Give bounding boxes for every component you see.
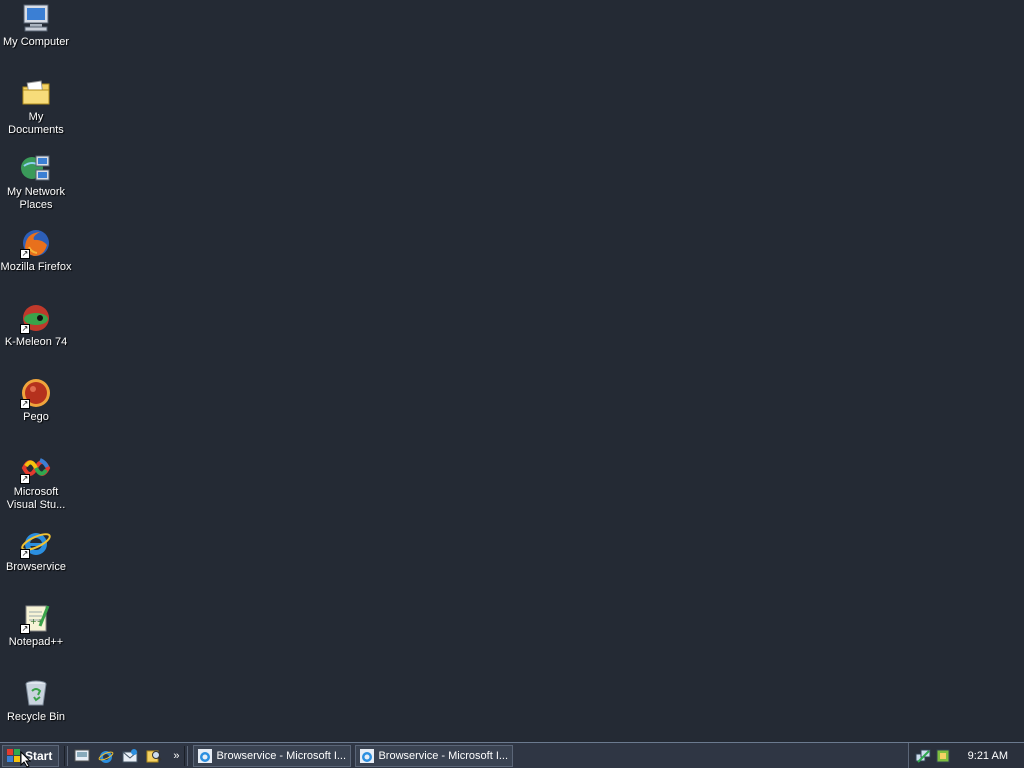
shortcut-arrow-icon: ↗ (20, 549, 30, 559)
taskbar: Start » Browservice - Microsoft I... Bro… (0, 742, 1024, 768)
shortcut-arrow-icon: ↗ (20, 324, 30, 334)
desktop-icon-label: My Documents (8, 111, 64, 136)
desktop-icon-my-network-places[interactable]: My Network Places (0, 152, 72, 212)
windows-flag-icon (7, 748, 20, 762)
desktop-icon-browservice[interactable]: ↗ Browservice (0, 527, 72, 574)
desktop-icon-label: K-Meleon 74 (4, 336, 68, 348)
mouse-cursor-icon (20, 751, 32, 768)
internet-explorer-icon: ↗ (20, 527, 52, 559)
network-icon (20, 152, 52, 184)
internet-explorer-icon[interactable] (97, 747, 115, 765)
visual-studio-icon: ↗ (20, 452, 52, 484)
taskbar-separator (64, 745, 69, 766)
shortcut-arrow-icon: ↗ (20, 474, 30, 484)
taskbar-separator (184, 745, 189, 766)
clock[interactable]: 9:21 AM (968, 750, 1008, 762)
desktop-icon-label: Notepad++ (8, 636, 64, 648)
desktop-icon-my-computer[interactable]: My Computer (0, 2, 72, 49)
quick-launch: » (73, 747, 179, 765)
desktop-icon-label: Browservice (6, 561, 66, 573)
notepad-plus-icon: ++ ↗ (20, 602, 52, 634)
system-tray: 9:21 AM (908, 743, 1024, 768)
desktop-icon-label: My Network Places (6, 186, 66, 211)
desktop: My Computer My Documents My Network Plac… (0, 0, 1024, 742)
desktop-icon-visual-studio[interactable]: ↗ Microsoft Visual Stu... (0, 452, 72, 512)
desktop-icon-label: Mozilla Firefox (0, 261, 72, 273)
tray-app-icon[interactable] (935, 748, 951, 764)
outlook-express-icon[interactable] (121, 747, 139, 765)
shortcut-arrow-icon: ↗ (20, 624, 30, 634)
desktop-icon-label: Pego (23, 411, 49, 423)
kmeleon-icon: ↗ (20, 302, 52, 334)
desktop-icon-my-documents[interactable]: My Documents (0, 77, 72, 137)
search-icon[interactable] (145, 747, 163, 765)
internet-explorer-icon (360, 748, 375, 763)
shortcut-arrow-icon: ↗ (20, 399, 30, 409)
taskbar-button-label: Browservice - Microsoft I... (216, 749, 347, 762)
show-desktop-icon[interactable] (73, 747, 91, 765)
taskbar-button-label: Browservice - Microsoft I... (378, 749, 509, 762)
recycle-bin-icon (20, 677, 52, 709)
desktop-icon-recycle-bin[interactable]: Recycle Bin (0, 677, 72, 724)
network-connection-icon[interactable] (915, 748, 931, 764)
folder-icon (20, 77, 52, 109)
computer-icon (20, 2, 52, 34)
pego-icon: ↗ (20, 377, 52, 409)
desktop-icon-pego[interactable]: ↗ Pego (0, 377, 72, 424)
desktop-icon-notepad-plus[interactable]: ++ ↗ Notepad++ (0, 602, 72, 649)
desktop-icon-label: Microsoft Visual Stu... (6, 486, 66, 511)
desktop-icon-k-meleon[interactable]: ↗ K-Meleon 74 (0, 302, 72, 349)
shortcut-arrow-icon: ↗ (20, 249, 30, 259)
taskbar-button-browservice-1[interactable]: Browservice - Microsoft I... (193, 744, 352, 767)
taskbar-button-browservice-2[interactable]: Browservice - Microsoft I... (355, 744, 514, 767)
desktop-icon-mozilla-firefox[interactable]: ↗ Mozilla Firefox (0, 227, 72, 274)
desktop-icon-label: My Computer (2, 36, 70, 48)
quick-launch-overflow-button[interactable]: » (173, 750, 179, 762)
internet-explorer-icon (198, 748, 213, 763)
desktop-icon-label: Recycle Bin (6, 711, 66, 723)
firefox-icon: ↗ (20, 227, 52, 259)
